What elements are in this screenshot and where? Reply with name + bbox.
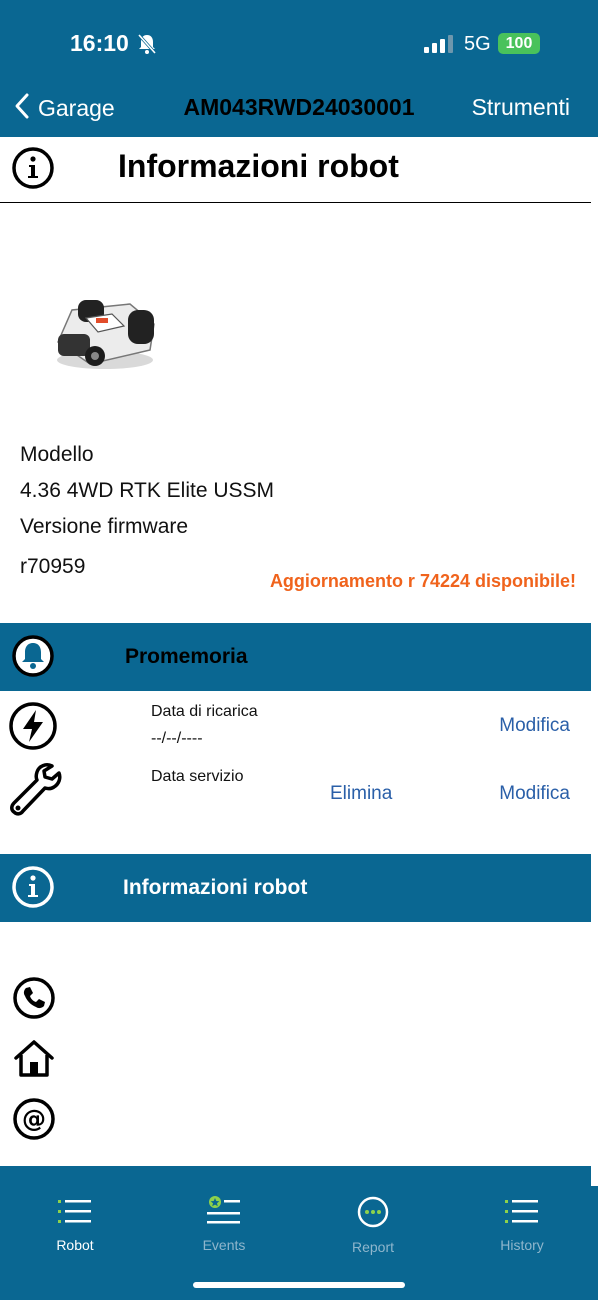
email-icon[interactable]: @ [11,1096,57,1147]
firmware-label: Versione firmware [20,515,189,538]
list-icon [505,1200,539,1230]
tab-history[interactable]: History [462,1196,582,1253]
tab-events[interactable]: Events [164,1196,284,1253]
wrench-icon [6,760,62,823]
service-edit-button[interactable]: Modifica [499,783,570,805]
service-delete-button[interactable]: Elimina [330,783,392,805]
events-icon [207,1196,241,1230]
tools-button[interactable]: Strumenti [472,94,570,121]
tab-events-label: Events [202,1237,246,1253]
robot-info-section-title: Informazioni robot [123,876,308,899]
status-time: 16:10 [70,30,129,56]
home-indicator[interactable] [193,1282,405,1288]
firmware-value: r70959 [20,555,86,578]
recharge-date-label: Data di ricarica [151,703,258,720]
tab-report[interactable]: Report [313,1196,433,1255]
divider [0,202,591,203]
bell-off-icon [137,33,157,60]
signal-icon [424,35,454,58]
network-type: 5G [464,33,491,55]
svg-text:@: @ [22,1105,46,1133]
reminders-section-title: Promemoria [125,645,248,668]
recharge-date-value: --/--/---- [151,730,203,747]
service-date-label: Data servizio [151,768,244,785]
reminders-section-header [0,623,591,691]
info-icon [10,864,56,915]
more-circle-icon [356,1196,390,1232]
robot-mower-image [50,290,160,385]
tab-robot[interactable]: Robot [15,1196,135,1253]
info-icon [10,145,56,196]
model-label: Modello [20,443,94,466]
tab-robot-label: Robot [56,1237,94,1253]
page-title: Informazioni robot [118,148,399,184]
phone-icon[interactable] [11,975,57,1026]
tab-history-label: History [500,1237,544,1253]
recharge-edit-button[interactable]: Modifica [499,715,570,737]
home-icon[interactable] [12,1038,56,1085]
battery-badge: 100 [498,33,540,54]
next-section-header [0,1166,591,1186]
lightning-icon [8,701,58,756]
firmware-update-link[interactable]: Aggiornamento r 74224 disponibile! [270,571,576,592]
bell-icon [10,633,56,684]
model-value: 4.36 4WD RTK Elite USSM [20,479,275,502]
list-icon [58,1200,92,1230]
tab-report-label: Report [351,1239,395,1255]
